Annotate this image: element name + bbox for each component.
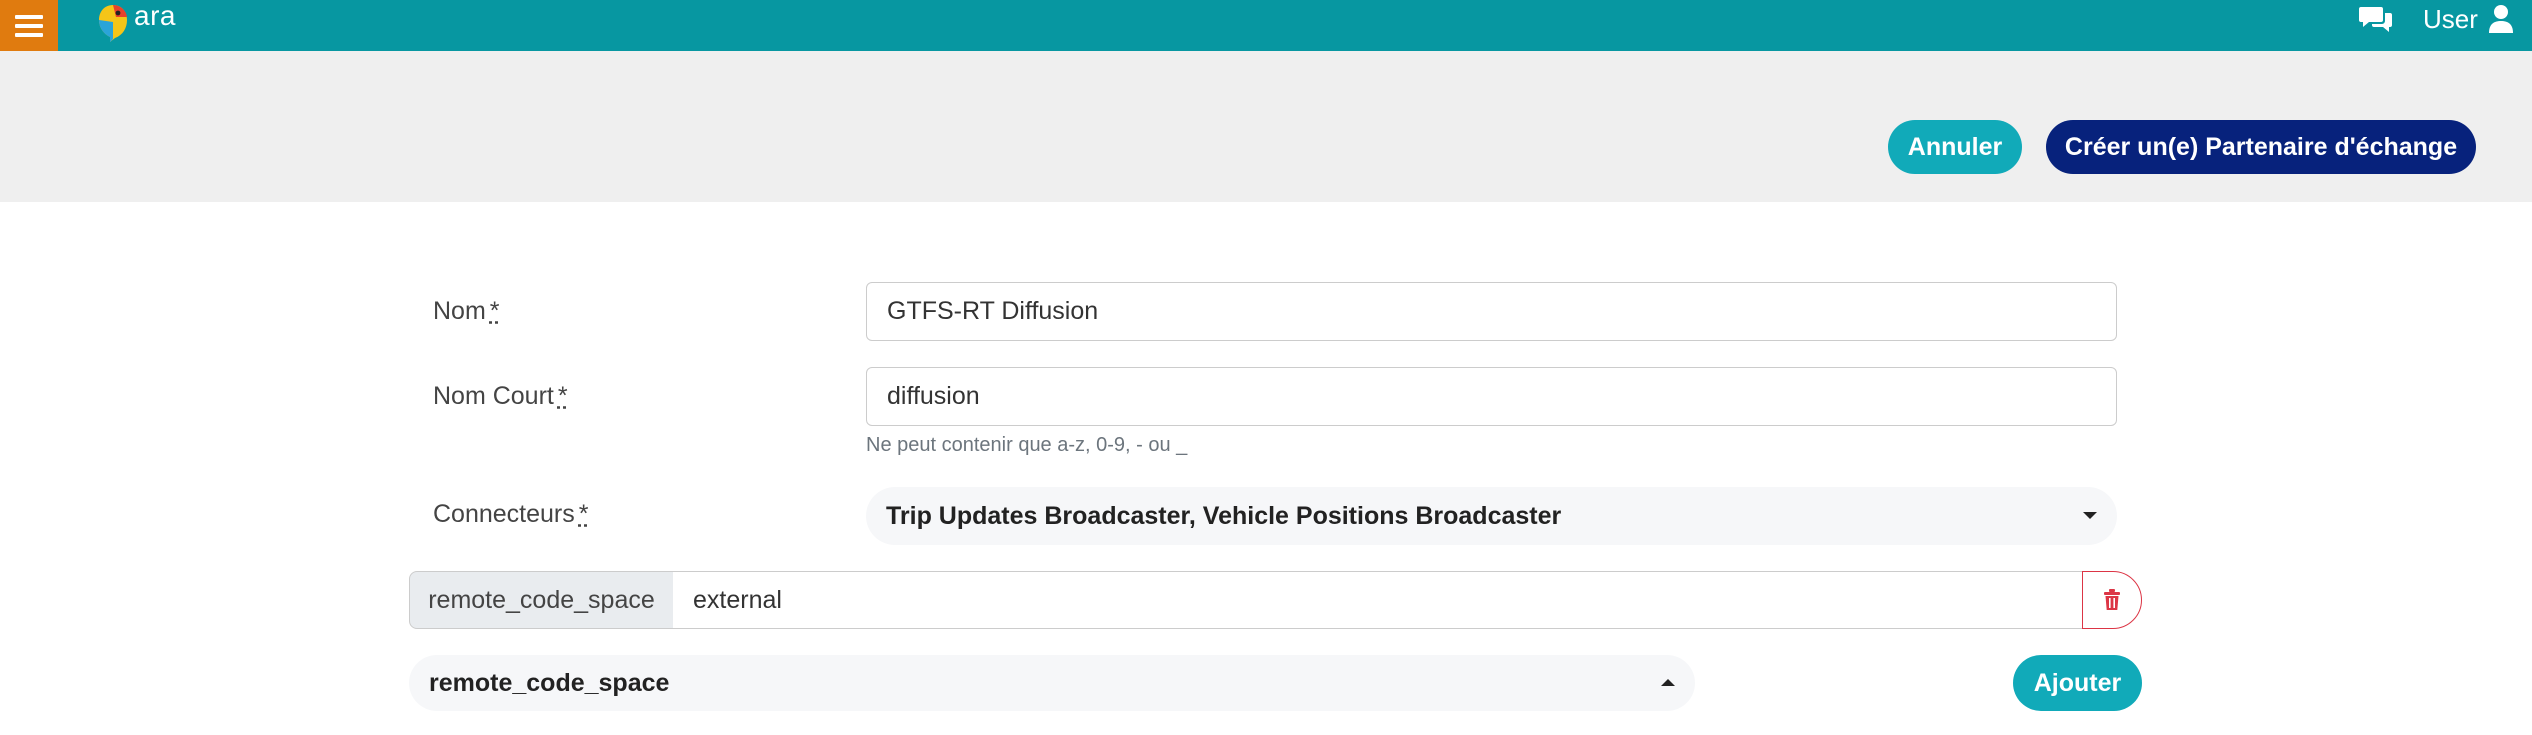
required-marker: * (489, 297, 500, 325)
setting-key-label: remote_code_space (409, 571, 674, 629)
short-name-hint: Ne peut contenir que a-z, 0-9, - ou _ (866, 434, 1188, 456)
trash-icon (2104, 589, 2120, 610)
user-icon[interactable] (2488, 4, 2514, 34)
new-setting-select-value: remote_code_space (429, 668, 670, 697)
logo-text: ara (134, 0, 176, 31)
connectors-select-value: Trip Updates Broadcaster, Vehicle Positi… (886, 501, 1562, 530)
setting-value-input[interactable]: external (673, 571, 2083, 629)
name-input[interactable]: GTFS-RT Diffusion (866, 282, 2117, 341)
menu-button[interactable] (0, 0, 58, 51)
required-marker: * (557, 382, 568, 410)
parrot-logo-icon (99, 5, 127, 42)
user-menu-label[interactable]: User (2423, 4, 2478, 35)
name-label: Nom * (433, 297, 500, 326)
cancel-button[interactable]: Annuler (1888, 120, 2022, 174)
connectors-label-text: Connecteurs (433, 500, 575, 528)
chevron-up-icon[interactable] (1661, 679, 1675, 686)
top-navbar: ara User (0, 0, 2532, 51)
connectors-select[interactable]: Trip Updates Broadcaster, Vehicle Positi… (866, 487, 2117, 545)
new-setting-select[interactable]: remote_code_space (409, 655, 1695, 711)
chevron-down-icon[interactable] (2083, 512, 2097, 519)
chat-bubbles-icon[interactable] (2359, 4, 2393, 34)
short-name-label: Nom Court * (433, 382, 568, 411)
short-name-label-text: Nom Court (433, 382, 554, 410)
hamburger-icon (15, 10, 43, 42)
add-setting-button[interactable]: Ajouter (2013, 655, 2142, 711)
delete-setting-button[interactable] (2082, 571, 2142, 629)
app-logo[interactable]: ara (96, 0, 176, 44)
name-label-text: Nom (433, 297, 486, 325)
create-partner-button[interactable]: Créer un(e) Partenaire d'échange (2046, 120, 2476, 174)
short-name-input[interactable]: diffusion (866, 367, 2117, 426)
connectors-label: Connecteurs * (433, 500, 588, 529)
required-marker: * (578, 500, 589, 528)
